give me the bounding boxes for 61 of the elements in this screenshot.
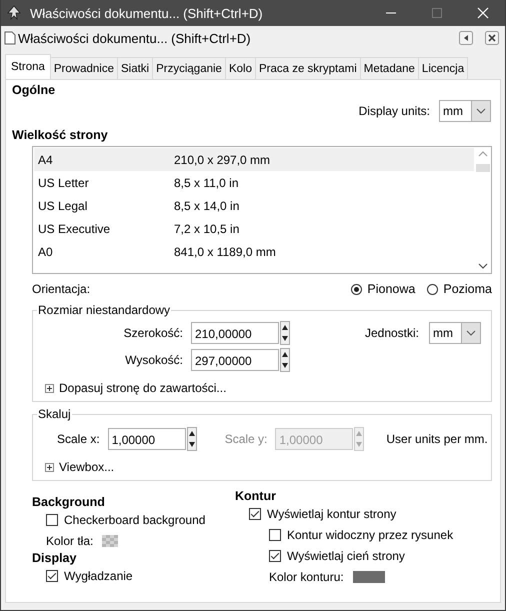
- collapse-icon[interactable]: [459, 31, 473, 45]
- field-label: Szerokość:: [122, 326, 183, 340]
- list-row[interactable]: A4 210,0 x 297,0 mm: [34, 148, 474, 171]
- checkbox-option[interactable]: Wygładzanie: [32, 565, 235, 586]
- list-row[interactable]: US Letter 8,5 x 11,0 in: [34, 171, 474, 194]
- table-cell-text: US Letter: [38, 176, 90, 190]
- list-row[interactable]: US Executive 7,2 x 10,5 in: [34, 217, 474, 240]
- expand-icon[interactable]: [45, 462, 54, 472]
- app-logo-icon: [6, 5, 22, 21]
- checkbox-option[interactable]: Kontur widoczny przez rysunek: [235, 524, 492, 545]
- table-cell: 7,2 x 10,5 in: [174, 222, 240, 236]
- caret-icon: [471, 101, 490, 121]
- close-icon[interactable]: [485, 31, 499, 45]
- units-dropdown[interactable]: mm: [439, 100, 491, 122]
- field-label: Wysokość:: [124, 353, 183, 367]
- units-dropdown[interactable]: mm: [429, 322, 481, 344]
- table-cell: 210,0 x 297,0 mm: [174, 152, 270, 166]
- table-cell-text: A0: [38, 244, 54, 258]
- field-label: Jednostki:: [364, 326, 420, 340]
- section-heading: Wielkość strony: [12, 128, 109, 142]
- field-label: Display units:: [358, 104, 430, 118]
- field-label: Kolor konturu:: [269, 570, 344, 584]
- spin-arrows-icon: [354, 427, 364, 451]
- table-cell: 8,5 x 11,0 in: [174, 176, 238, 190]
- units-note: User units per mm.: [386, 432, 488, 446]
- table-cell-text: US Legal: [38, 198, 88, 212]
- radio-option[interactable]: Pionowa: [351, 282, 416, 296]
- field-label: Kolor tła:: [46, 534, 94, 548]
- section-heading: Display: [32, 551, 78, 565]
- dialog-title: Właściwości dokumentu... (Shift+Ctrl+D): [18, 30, 251, 46]
- spin-arrows-icon: [186, 427, 197, 451]
- spin-arrows-icon: [280, 348, 290, 372]
- field-label: Scale y:: [224, 432, 268, 446]
- list-row[interactable]: A0 841,0 x 1189,0 mm: [34, 240, 474, 263]
- expander-label[interactable]: Dopasuj stronę do zawartości...: [59, 381, 226, 395]
- group-title: Skaluj: [37, 407, 72, 421]
- expander-label[interactable]: Viewbox...: [59, 460, 114, 474]
- table-cell-text: US Executive: [38, 222, 112, 236]
- list-row[interactable]: US Legal 8,5 x 14,0 in: [34, 194, 474, 217]
- color-swatch[interactable]: [102, 534, 118, 546]
- spin-arrows-icon: [280, 321, 290, 345]
- document-icon: [4, 31, 16, 45]
- checkbox-option[interactable]: Wyświetlaj cień strony: [235, 545, 492, 566]
- field-label: Scale x:: [57, 432, 100, 446]
- table-cell: 841,0 x 1189,0 mm: [174, 244, 276, 258]
- section-heading: Kontur: [235, 489, 277, 503]
- window-title: Właściwości dokumentu... (Shift+Ctrl+D): [30, 6, 263, 20]
- expand-icon[interactable]: [45, 384, 54, 392]
- checkbox-option[interactable]: Wyświetlaj kontur strony: [235, 503, 492, 524]
- color-swatch[interactable]: [352, 570, 385, 582]
- checkbox-option[interactable]: Checkerboard background: [32, 509, 235, 530]
- tab[interactable]: Licencja: [418, 57, 468, 79]
- section-heading: Ogólne: [12, 83, 56, 97]
- radio-option[interactable]: Pozioma: [427, 282, 492, 296]
- table-cell-text: A4: [38, 152, 54, 166]
- tab[interactable]: Strona: [5, 54, 51, 79]
- section-heading: Background: [32, 495, 106, 509]
- group-title: Rozmiar niestandardowy: [37, 303, 172, 317]
- field-label: Orientacja:: [32, 282, 90, 296]
- table-cell: 8,5 x 14,0 in: [174, 198, 240, 212]
- caret-icon: [461, 323, 480, 343]
